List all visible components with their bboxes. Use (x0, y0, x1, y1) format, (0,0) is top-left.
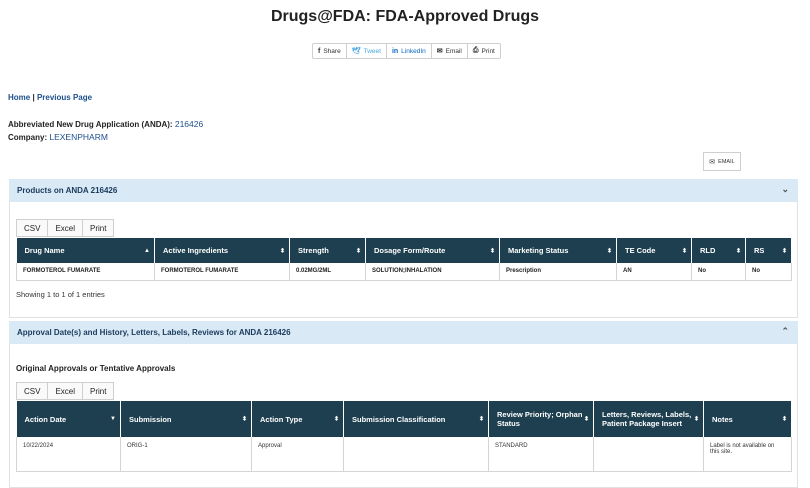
share-email-button[interactable]: ✉ Email (432, 44, 468, 58)
company-label: Company: (8, 133, 48, 142)
approvals-panel-title: Approval Date(s) and History, Letters, L… (17, 328, 291, 337)
csv-button[interactable]: CSV (17, 383, 49, 399)
products-entries-info: Showing 1 to 1 of 1 entries (16, 290, 105, 299)
column-header-letters-reviews[interactable]: Letters, Reviews, Labels, Patient Packag… (593, 401, 704, 437)
share-bar: f Share 🕊 Tweet in LinkedIn ✉ Email ⎙ Pr… (312, 43, 501, 59)
products-panel-header[interactable]: Products on ANDA 216426 ⌄ (9, 179, 798, 202)
column-header-drug-name[interactable]: Drug Name ▲ (16, 238, 155, 263)
sort-icon: ⬍ (478, 416, 484, 423)
breadcrumb-separator: | (32, 93, 35, 102)
cell-strength: 0.02MG/2ML (289, 263, 366, 281)
csv-button[interactable]: CSV (17, 220, 49, 236)
share-linkedin-button[interactable]: in LinkedIn (387, 44, 432, 58)
sort-icon: ⬍ (355, 248, 361, 254)
sort-icon: ⬍ (279, 248, 285, 254)
approvals-table: Action Date ▼ Submission ⬍ Action Type ⬍ Su… (16, 401, 792, 472)
column-header-rs[interactable]: RS ⬍ (745, 238, 792, 263)
company-name: LEXENPHARM (49, 132, 108, 142)
cell-marketing-status: Prescription (499, 263, 617, 281)
cell-dosage-form: SOLUTION;INHALATION (365, 263, 500, 281)
products-panel-title: Products on ANDA 216426 (17, 186, 118, 195)
share-facebook-label: Share (323, 47, 341, 55)
twitter-icon: 🕊 (351, 48, 361, 55)
column-header-submission[interactable]: Submission ⬍ (120, 401, 252, 437)
share-print-button[interactable]: ⎙ Print (468, 44, 500, 58)
column-header-submission-classification[interactable]: Submission Classification ⬍ (343, 401, 489, 437)
facebook-icon: f (318, 47, 321, 55)
breadcrumb: Home | Previous Page (8, 93, 92, 102)
previous-page-link[interactable]: Previous Page (37, 93, 92, 102)
cell-active-ingredients: FORMOTEROL FUMARATE (154, 263, 290, 281)
share-twitter-button[interactable]: 🕊 Tweet (347, 44, 387, 58)
cell-review-priority: STANDARD (488, 437, 594, 472)
sort-icon: ⬍ (333, 416, 339, 423)
sort-icon: ⬍ (583, 416, 589, 423)
email-button[interactable]: ✉ EMAIL (703, 152, 741, 171)
envelope-icon: ✉ (436, 48, 443, 55)
cell-te-code: AN (616, 263, 692, 281)
print-button[interactable]: Print (83, 220, 114, 236)
column-header-strength[interactable]: Strength ⬍ (289, 238, 366, 263)
share-email-label: Email (445, 47, 462, 55)
anda-number: 216426 (174, 119, 204, 129)
original-approvals-heading: Original Approvals or Tentative Approval… (16, 364, 176, 373)
sort-icon: ⬍ (489, 248, 495, 254)
column-header-notes[interactable]: Notes ⬍ (703, 401, 792, 437)
sort-icon: ⬍ (781, 416, 787, 423)
products-export-buttons: CSV Excel Print (16, 219, 115, 237)
cell-submission-classification (343, 437, 489, 472)
email-button-label: EMAIL (718, 158, 735, 165)
cell-action-type: Approval (251, 437, 344, 472)
share-twitter-label: Tweet (363, 47, 381, 55)
excel-button[interactable]: Excel (48, 383, 84, 399)
cell-action-date: 10/22/2024 (16, 437, 121, 472)
table-row: 10/22/2024 ORIG-1 Approval STANDARD Labe… (16, 437, 792, 472)
envelope-icon: ✉ (709, 158, 716, 166)
sort-desc-icon: ▼ (110, 416, 116, 422)
column-header-review-priority[interactable]: Review Priority; Orphan Status ⬍ (488, 401, 594, 437)
column-header-te-code[interactable]: TE Code ⬍ (616, 238, 692, 263)
application-info: Abbreviated New Drug Application (ANDA):… (8, 118, 203, 144)
sort-icon: ⬍ (681, 248, 687, 254)
approvals-header-row: Action Date ▼ Submission ⬍ Action Type ⬍ Su… (16, 401, 792, 437)
products-table: Drug Name ▲ Active Ingredients ⬍ Strength ⬍… (16, 238, 792, 281)
printer-icon: ⎙ (472, 47, 479, 54)
excel-button[interactable]: Excel (48, 220, 84, 236)
share-linkedin-label: LinkedIn (401, 47, 426, 55)
approvals-panel-header[interactable]: Approval Date(s) and History, Letters, L… (9, 321, 798, 344)
column-header-rld[interactable]: RLD ⬍ (691, 238, 746, 263)
cell-notes: Label is not available on this site. (703, 437, 792, 472)
cell-letters-reviews (593, 437, 704, 472)
sort-icon: ⬍ (735, 248, 741, 254)
linkedin-icon: in (391, 47, 399, 55)
chevron-down-icon[interactable]: ⌄ (781, 184, 789, 195)
column-header-action-date[interactable]: Action Date ▼ (16, 401, 121, 437)
approvals-export-buttons: CSV Excel Print (16, 382, 115, 400)
share-print-label: Print (481, 47, 495, 55)
cell-drug-name: FORMOTEROL FUMARATE (16, 263, 155, 281)
share-facebook-button[interactable]: f Share (313, 44, 347, 58)
home-link[interactable]: Home (8, 93, 30, 102)
sort-asc-icon: ▲ (144, 247, 150, 254)
cell-rs: No (745, 263, 792, 281)
sort-icon: ⬍ (781, 248, 787, 254)
cell-rld: No (691, 263, 746, 281)
column-header-dosage-form[interactable]: Dosage Form/Route ⬍ (365, 238, 500, 263)
print-button[interactable]: Print (83, 383, 114, 399)
column-header-action-type[interactable]: Action Type ⬍ (251, 401, 344, 437)
sort-icon: ⬍ (606, 248, 612, 254)
table-row: FORMOTEROL FUMARATE FORMOTEROL FUMARATE … (16, 263, 792, 281)
products-header-row: Drug Name ▲ Active Ingredients ⬍ Strength ⬍… (16, 238, 792, 263)
column-header-marketing-status[interactable]: Marketing Status ⬍ (499, 238, 617, 263)
column-header-active-ingredients[interactable]: Active Ingredients ⬍ (154, 238, 290, 263)
chevron-up-icon[interactable]: ⌃ (781, 326, 789, 337)
cell-submission: ORIG-1 (120, 437, 252, 472)
page-title: Drugs@FDA: FDA-Approved Drugs (270, 8, 540, 25)
sort-icon: ⬍ (241, 416, 247, 423)
sort-icon: ⬍ (693, 416, 699, 423)
anda-label: Abbreviated New Drug Application (ANDA): (8, 120, 173, 129)
